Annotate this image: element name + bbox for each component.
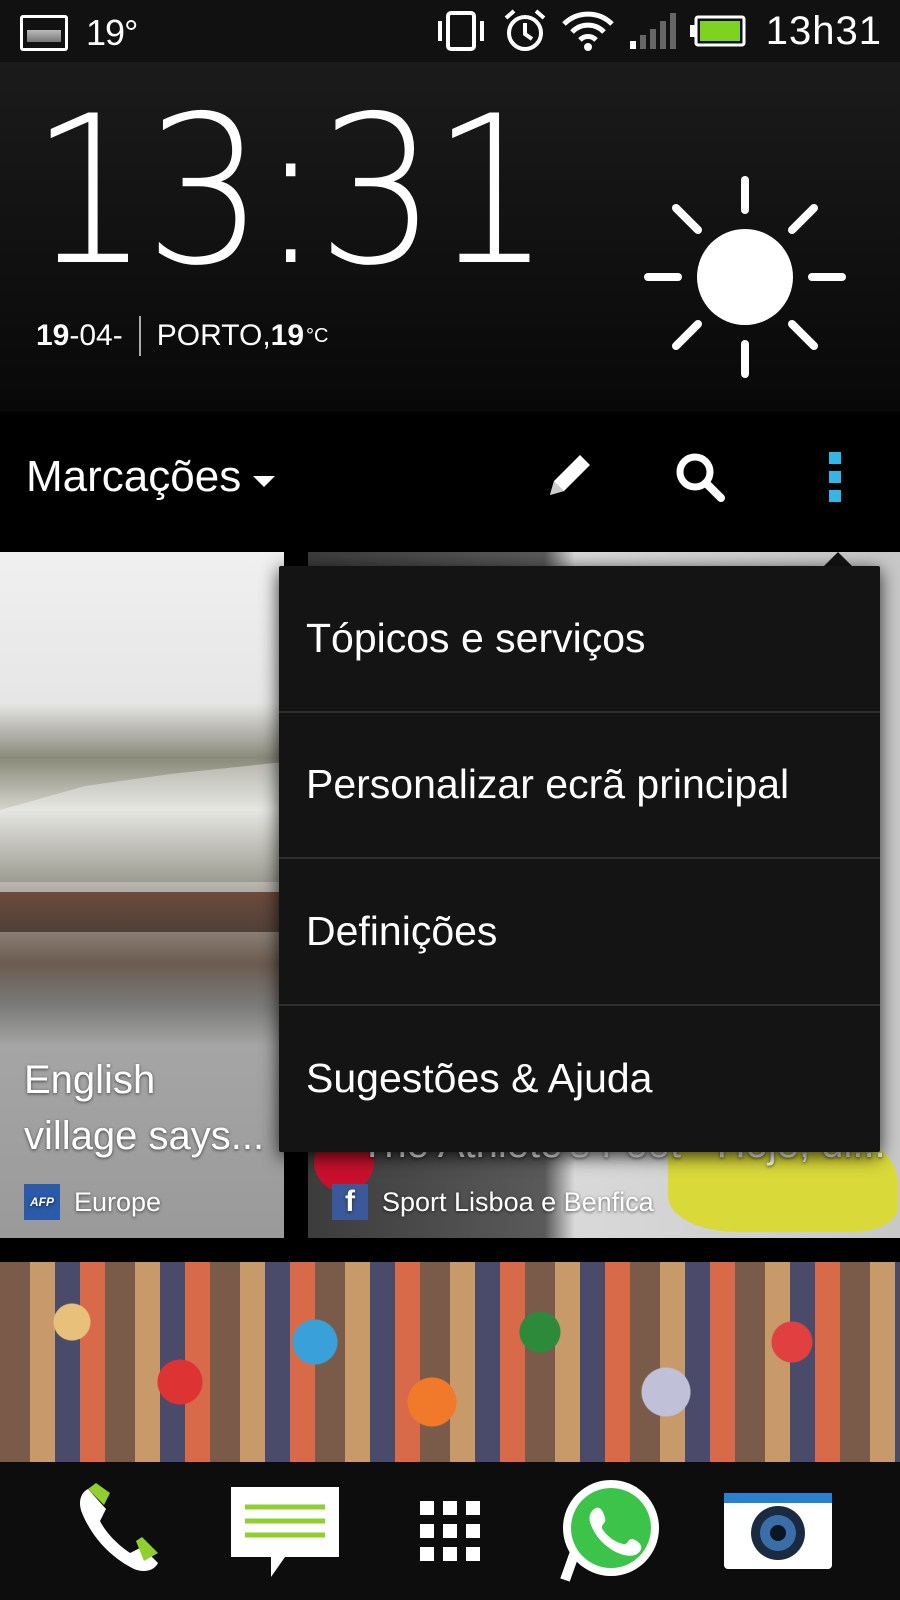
tile-title: English village says... (24, 1052, 264, 1164)
date-location-row: 19 -04- PORTO, 19 °C (36, 316, 328, 356)
menu-item-tips-help[interactable]: Sugestões & Ajuda (279, 1006, 880, 1153)
whatsapp-icon[interactable] (550, 1476, 670, 1586)
news-tile-left[interactable]: English village says... AFP Europe (0, 552, 284, 1238)
vibrate-icon (434, 11, 488, 51)
camera-icon[interactable] (718, 1476, 838, 1586)
divider (138, 316, 141, 356)
messages-icon[interactable] (225, 1476, 345, 1586)
clock-time[interactable]: 13:31 (30, 90, 551, 295)
tile-image (0, 762, 284, 882)
gallery-notification-icon (20, 15, 68, 51)
date-rest: -04- (69, 319, 123, 352)
menu-item-customize-home[interactable]: Personalizar ecrã principal (279, 713, 880, 859)
tile-image-detail (0, 892, 284, 932)
menu-pointer (824, 552, 852, 566)
date-day: 19 (36, 319, 70, 352)
app-drawer-icon[interactable] (390, 1476, 510, 1586)
app-dock (0, 1462, 900, 1600)
news-tile-bottom[interactable] (0, 1262, 900, 1462)
tile-title-line: English (24, 1058, 156, 1102)
signal-icon (628, 13, 676, 49)
search-icon[interactable] (665, 442, 735, 512)
blinkfeed-header: Marcações (0, 412, 900, 542)
temperature-unit: °C (306, 324, 329, 347)
facebook-icon: f (332, 1184, 368, 1220)
menu-item-settings[interactable]: Definições (279, 859, 880, 1006)
phone-icon[interactable] (60, 1476, 180, 1586)
location-label: PORTO, (156, 319, 271, 352)
overflow-menu: Tópicos e serviços Personalizar ecrã pri… (279, 566, 880, 1152)
sun-icon[interactable] (640, 172, 850, 387)
wifi-icon (562, 10, 614, 52)
battery-icon (689, 15, 746, 47)
status-bar: 19° 13h31 (0, 0, 900, 62)
tile-source: f Sport Lisboa e Benfica (332, 1184, 654, 1220)
tile-source: AFP Europe (24, 1184, 161, 1220)
afp-logo-icon: AFP (24, 1184, 60, 1220)
weather-temperature: 19 (270, 319, 305, 352)
pencil-icon[interactable] (533, 442, 603, 512)
overflow-menu-icon[interactable] (800, 442, 870, 512)
feed-selector-dropdown[interactable]: Marcações (26, 452, 276, 502)
clock-weather-widget[interactable]: 13:31 19 -04- PORTO, 19 °C (0, 62, 900, 412)
menu-item-topics-services[interactable]: Tópicos e serviços (279, 566, 880, 713)
status-temperature: 19° (86, 12, 138, 53)
status-time: 13h31 (765, 8, 882, 53)
tile-title-line: village says... (24, 1114, 265, 1158)
alarm-icon (502, 8, 548, 54)
tile-source-label: Sport Lisboa e Benfica (382, 1186, 654, 1217)
tile-source-label: Europe (74, 1186, 162, 1217)
chevron-down-icon (253, 475, 276, 487)
feed-title: Marcações (26, 452, 242, 501)
